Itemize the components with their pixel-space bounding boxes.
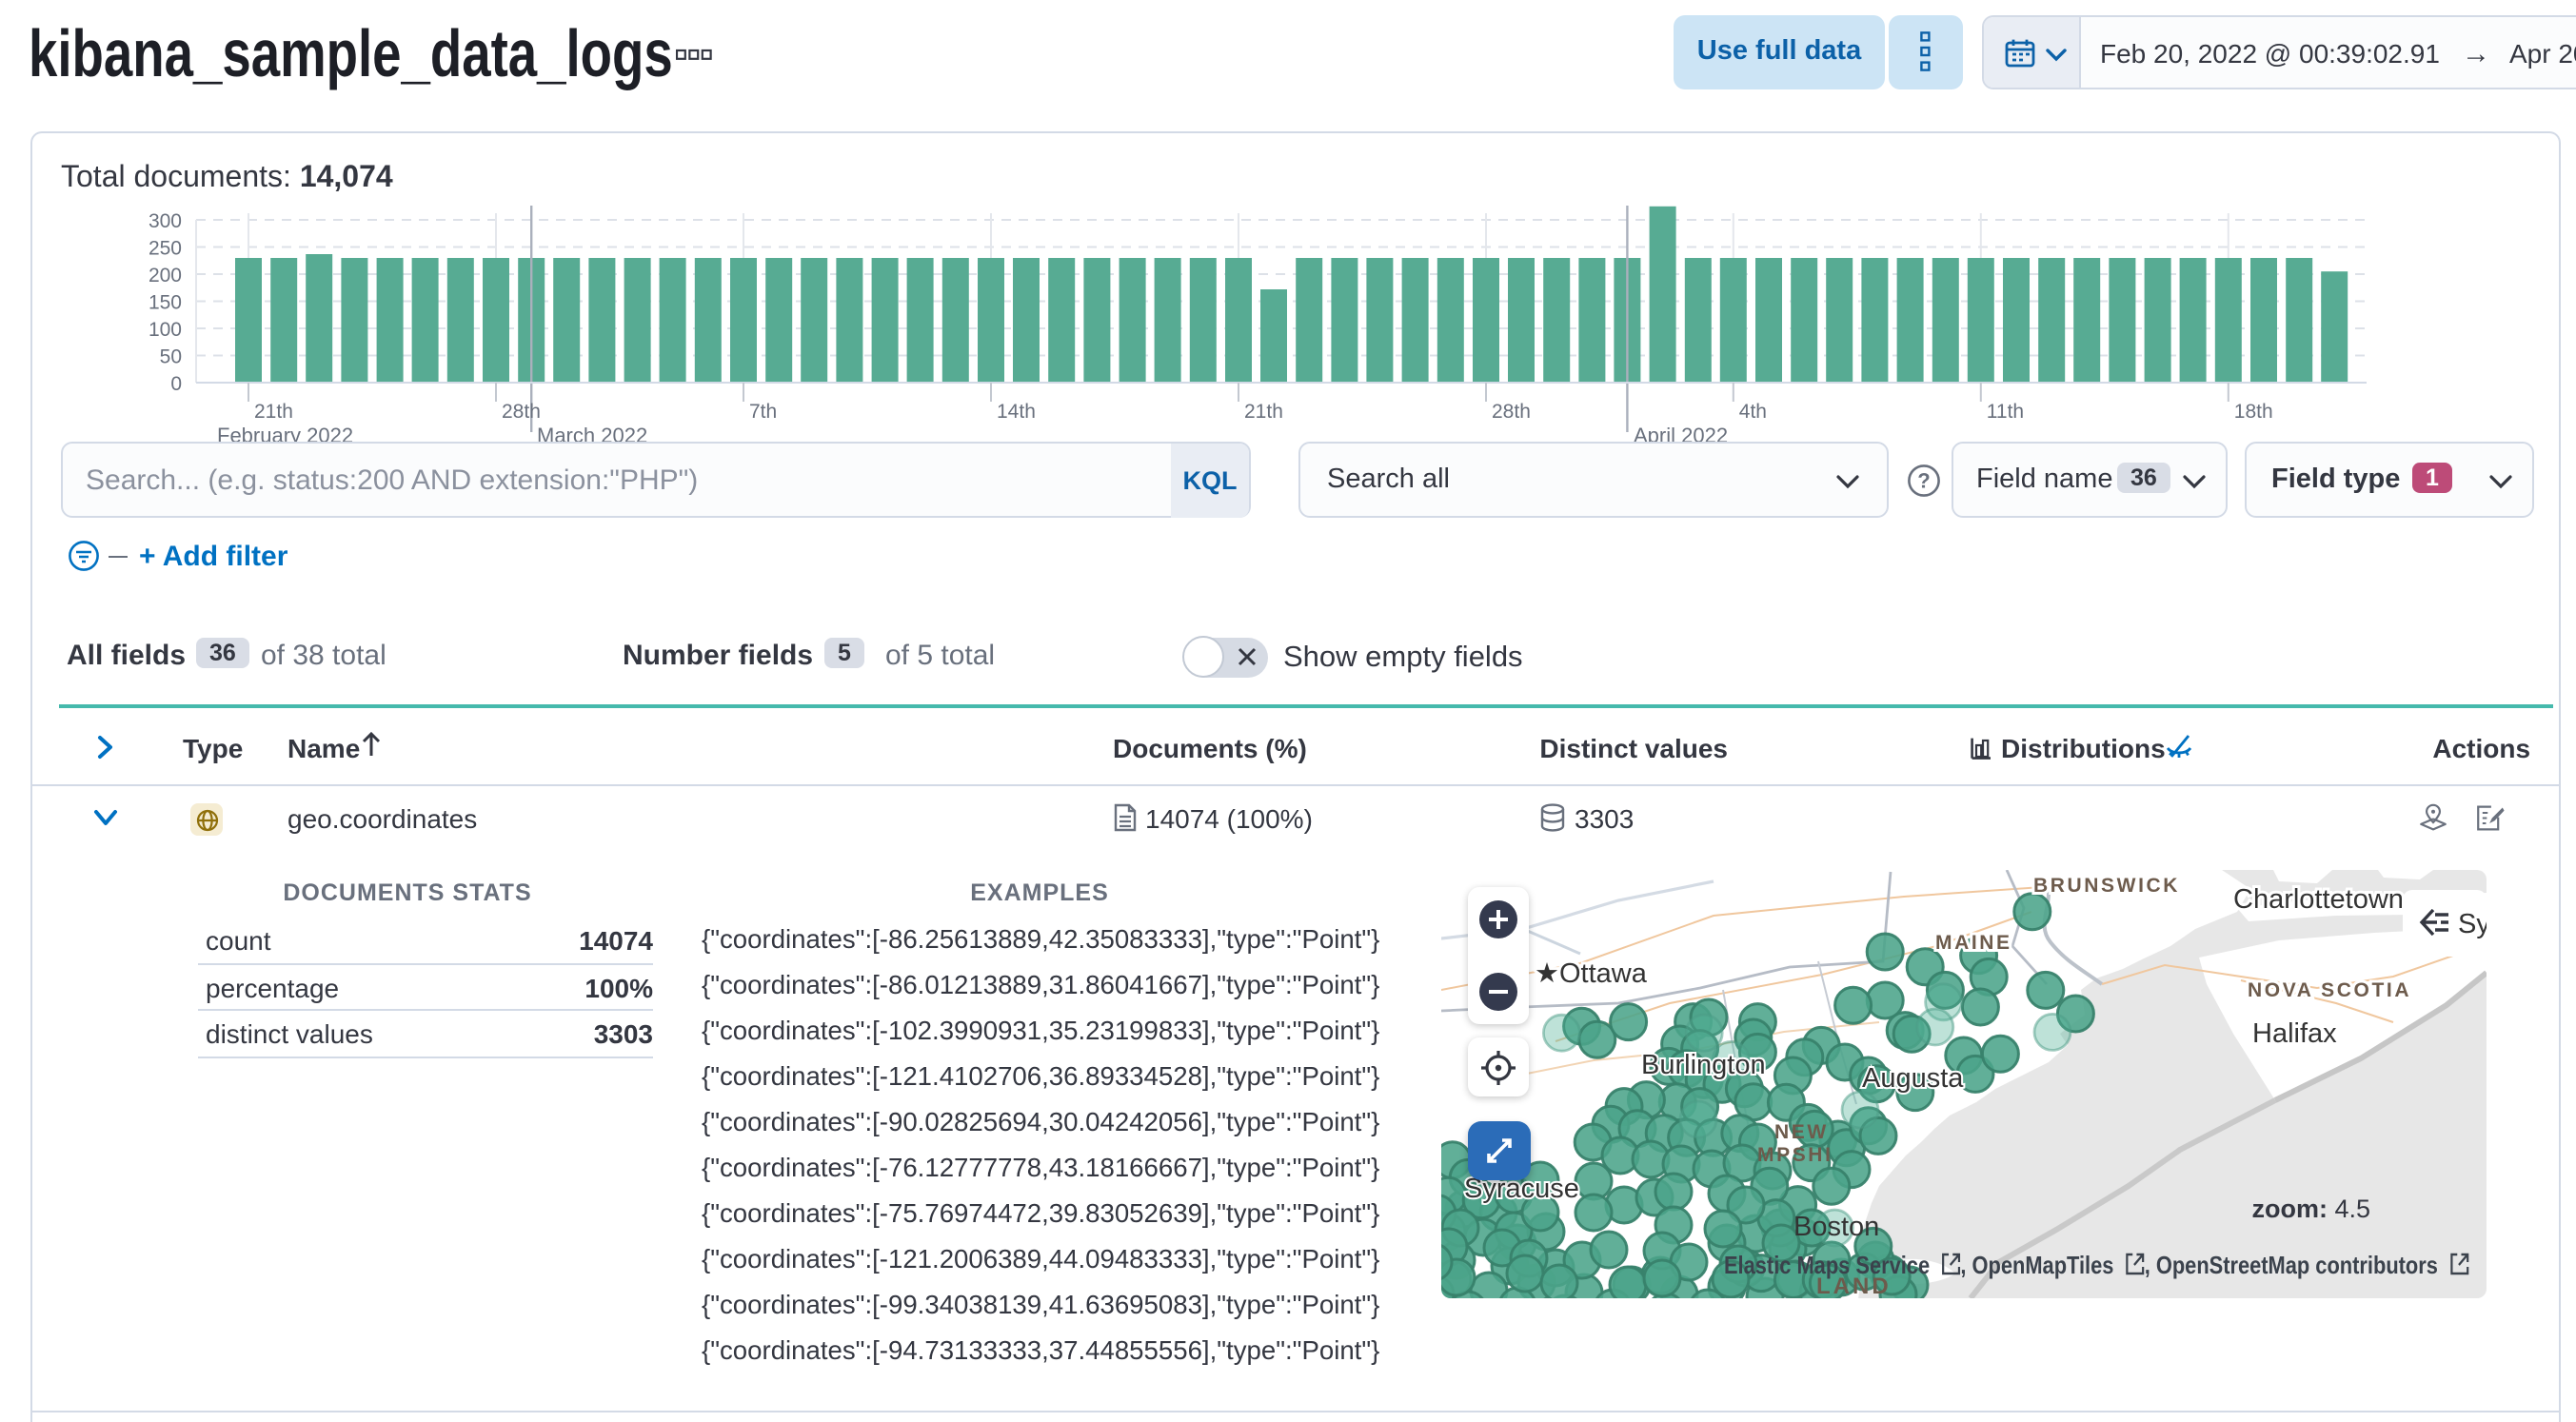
svg-text:50: 50 bbox=[160, 346, 182, 368]
svg-text:21th: 21th bbox=[1244, 401, 1283, 423]
svg-text:Burlington: Burlington bbox=[1641, 1049, 1766, 1079]
svg-text:Charlottetown: Charlottetown bbox=[2233, 883, 2404, 914]
svg-text:200: 200 bbox=[149, 265, 182, 286]
svg-text:NOVA SCOTIA: NOVA SCOTIA bbox=[2248, 978, 2411, 1000]
svg-text:Sy: Sy bbox=[2458, 908, 2487, 938]
svg-text:150: 150 bbox=[149, 292, 182, 314]
svg-text:300: 300 bbox=[149, 210, 182, 232]
svg-text:0: 0 bbox=[170, 373, 182, 395]
svg-text:11th: 11th bbox=[1987, 401, 2024, 423]
svg-text:100: 100 bbox=[149, 319, 182, 341]
svg-text:Augusta: Augusta bbox=[1862, 1062, 1964, 1093]
svg-text:28th: 28th bbox=[502, 401, 541, 423]
svg-text:Halifax: Halifax bbox=[2252, 1017, 2337, 1048]
svg-text:14th: 14th bbox=[997, 401, 1036, 423]
svg-text:MPSHI: MPSHI bbox=[1757, 1143, 1833, 1165]
svg-text:28th: 28th bbox=[1492, 401, 1531, 423]
svg-text:zoom: 4.5: zoom: 4.5 bbox=[2251, 1194, 2370, 1222]
svg-text:MAINE: MAINE bbox=[1935, 931, 2012, 953]
svg-text:7th: 7th bbox=[749, 401, 777, 423]
svg-text:Boston: Boston bbox=[1793, 1211, 1879, 1241]
svg-text:★Ottawa: ★Ottawa bbox=[1535, 958, 1648, 988]
svg-text:250: 250 bbox=[149, 238, 182, 260]
svg-text:21th: 21th bbox=[254, 401, 293, 423]
svg-text:18th: 18th bbox=[2234, 401, 2273, 423]
svg-text:?: ? bbox=[1917, 469, 1930, 493]
svg-text:NEW: NEW bbox=[1774, 1120, 1829, 1142]
svg-text:BRUNSWICK: BRUNSWICK bbox=[2033, 874, 2180, 896]
svg-text:4th: 4th bbox=[1739, 401, 1767, 423]
